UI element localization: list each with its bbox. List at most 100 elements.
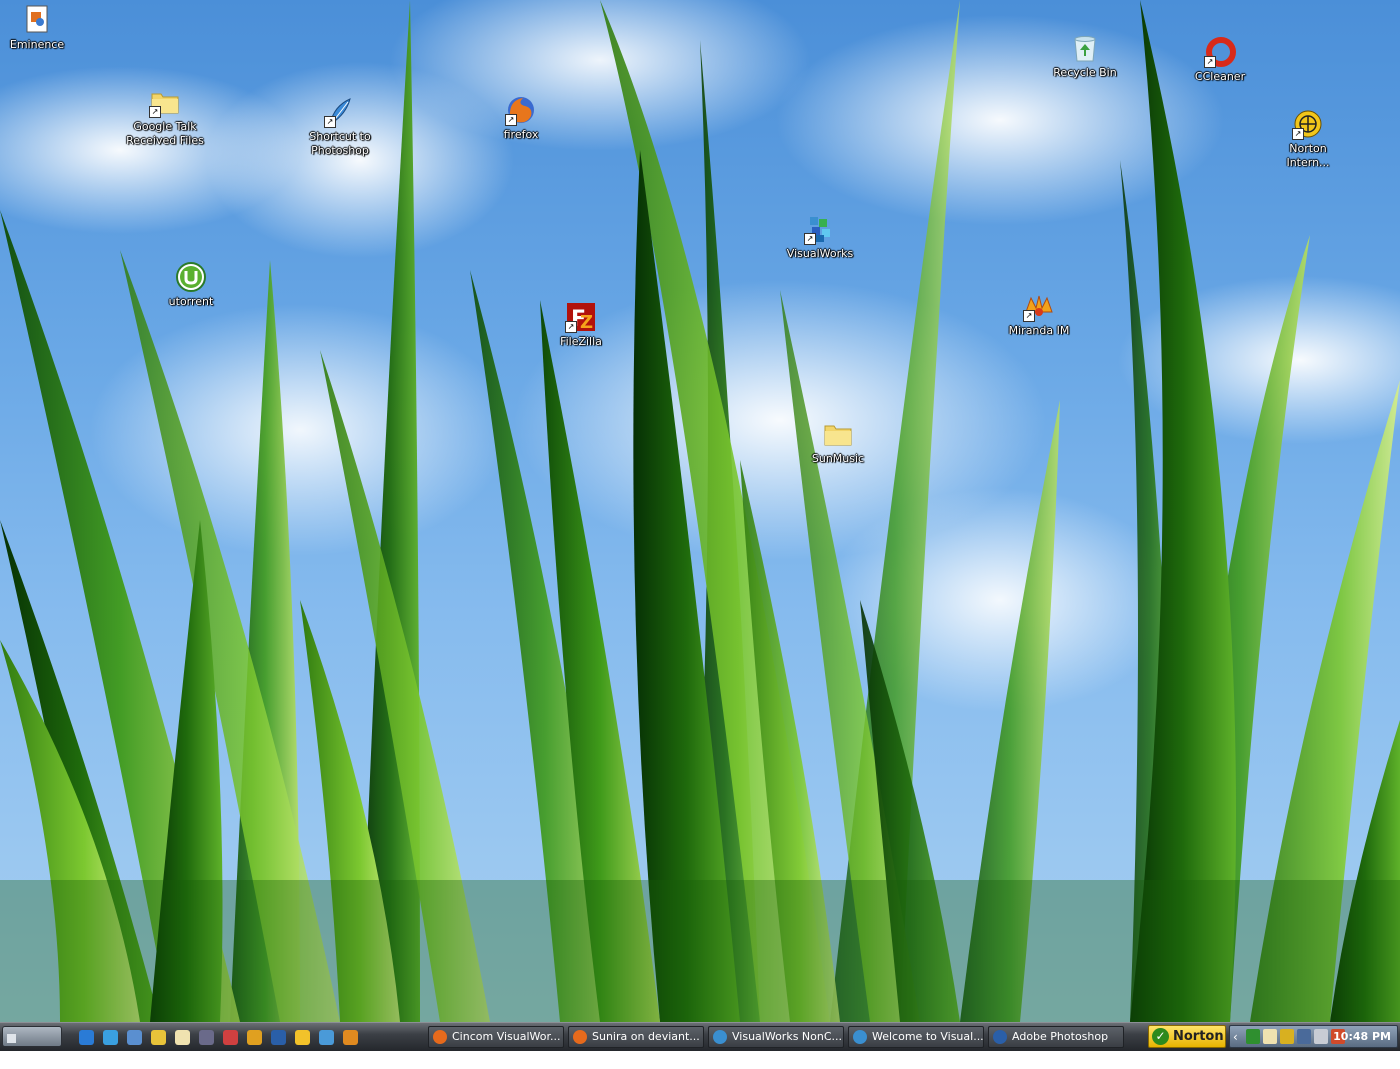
notepad-icon [175, 1029, 190, 1045]
taskbar-button-label: Welcome to Visual... [872, 1030, 984, 1043]
start-button-label: minence [7, 1052, 55, 1065]
desktop-icon-label: firefox [503, 128, 539, 141]
smiley-icon [295, 1029, 310, 1045]
quick-launch-tool-button[interactable] [244, 1027, 265, 1047]
quick-launch-msn-button[interactable] [100, 1027, 121, 1047]
shortcut-arrow-icon: ↗ [149, 106, 161, 118]
quick-launch-paint-button[interactable] [220, 1027, 241, 1047]
desktop-icon-label: Miranda IM [1008, 324, 1070, 337]
taskbar-button[interactable]: Adobe Photoshop [988, 1026, 1124, 1048]
desktop-icon-label: utorrent [168, 295, 214, 308]
tray-icons [1246, 1029, 1345, 1044]
quick-launch-bar [76, 1027, 361, 1047]
tool-icon [247, 1029, 262, 1045]
chevron-left-icon[interactable]: ‹ [1233, 1029, 1238, 1045]
shortcut-arrow-icon: ↗ [324, 116, 336, 128]
recycle-bin-icon [1069, 32, 1101, 64]
taskbar-button[interactable]: Sunira on deviant... [568, 1026, 704, 1048]
ccleaner-icon: ↗ [1204, 36, 1236, 68]
photoshop-icon [271, 1029, 286, 1045]
quick-launch-photoshop-button[interactable] [268, 1027, 289, 1047]
task-buttons: Cincom VisualWor... Sunira on deviant... V… [428, 1026, 1124, 1048]
desktop-icon-filezilla[interactable]: FZ ↗ FileZilla [533, 301, 629, 349]
shortcut-arrow-icon: ↗ [505, 114, 517, 126]
desktop-icon-label: Eminence [9, 38, 65, 51]
desktop-wallpaper: Eminence ↗ Google Talk Received Files ↗ … [0, 0, 1400, 1022]
desktop-icon-eminence[interactable]: Eminence [0, 4, 85, 52]
shortcut-arrow-icon: ↗ [565, 321, 577, 333]
utorrent-icon [175, 261, 207, 293]
desktop-icon-label: CCleaner [1194, 70, 1246, 83]
app-icon [199, 1029, 214, 1045]
visualworks-icon: ↗ [804, 213, 836, 245]
shortcut-arrow-icon: ↗ [804, 233, 816, 245]
photoshop-icon [993, 1030, 1007, 1044]
taskbar: minence Cincom VisualWor... Sunira on dev… [0, 1022, 1400, 1065]
norton-tray-button[interactable]: ✓ Norton [1148, 1025, 1226, 1048]
desktop-icon-ccleaner[interactable]: ↗ CCleaner [1172, 36, 1268, 84]
feather-icon: ↗ [324, 96, 356, 128]
desktop-icon-label: Shortcut to Photoshop [309, 130, 371, 157]
quick-launch-player-button[interactable] [316, 1027, 337, 1047]
svg-text:Z: Z [580, 312, 593, 333]
desktop-icon-norton-internet[interactable]: ↗ Norton Intern... [1260, 108, 1356, 170]
paint-icon [223, 1029, 238, 1045]
taskbar-button[interactable]: Welcome to Visual... [848, 1026, 984, 1048]
checkmark-icon: ✓ [1152, 1028, 1169, 1045]
norton-label: Norton [1173, 1029, 1224, 1044]
quick-launch-media-button[interactable] [148, 1027, 169, 1047]
taskbar-button[interactable]: Cincom VisualWor... [428, 1026, 564, 1048]
quick-launch-smiley-button[interactable] [292, 1027, 313, 1047]
miranda-icon [343, 1029, 358, 1045]
desktop-icon-shortcut-to-photoshop[interactable]: ↗ Shortcut to Photoshop [292, 96, 388, 158]
visualworks-icon [713, 1030, 727, 1044]
firefox-icon: ↗ [505, 94, 537, 126]
miranda-icon: ↗ [1023, 290, 1055, 322]
globe-icon[interactable] [1280, 1029, 1294, 1044]
grass-wallpaper-image [0, 0, 1400, 1022]
taskbar-button-label: Sunira on deviant... [592, 1030, 700, 1043]
quick-launch-window-button[interactable] [124, 1027, 145, 1047]
monitor-icon[interactable] [1297, 1029, 1311, 1044]
taskbar-button[interactable]: VisualWorks NonC... [708, 1026, 844, 1048]
speaker-icon[interactable] [1314, 1029, 1328, 1044]
shortcut-arrow-icon: ↗ [1023, 310, 1035, 322]
folder-icon: ↗ [149, 86, 181, 118]
shortcut-arrow-icon: ↗ [1292, 128, 1304, 140]
player-icon [319, 1029, 334, 1045]
desktop-icon-sunmusic[interactable]: SunMusic [790, 418, 886, 466]
firefox-icon [573, 1030, 587, 1044]
network-icon[interactable] [1246, 1029, 1260, 1044]
desktop-icon-utorrent[interactable]: utorrent [143, 261, 239, 309]
desktop-icon-label: Recycle Bin [1053, 66, 1117, 79]
shortcut-arrow-icon: ↗ [1204, 56, 1216, 68]
clock[interactable]: 10:48 PM [1333, 1026, 1391, 1047]
desktop-icon-label: Google Talk Received Files [126, 120, 204, 147]
taskbar-button-label: VisualWorks NonC... [732, 1030, 843, 1043]
quick-launch-notepad-button[interactable] [172, 1027, 193, 1047]
windows-logo-icon [7, 1033, 16, 1043]
desktop-icon-miranda-im[interactable]: ↗ Miranda IM [991, 290, 1087, 338]
filezilla-icon: FZ ↗ [565, 301, 597, 333]
desktop-icon-recycle-bin[interactable]: Recycle Bin [1037, 32, 1133, 80]
desktop-icon-label: VisualWorks [786, 247, 854, 260]
start-button[interactable]: minence [2, 1026, 62, 1065]
taskbar-button-label: Cincom VisualWor... [452, 1030, 561, 1043]
media-icon [151, 1029, 166, 1045]
desktop-icon-firefox[interactable]: ↗ firefox [473, 94, 569, 142]
desktop-icon-google-talk-received-files[interactable]: ↗ Google Talk Received Files [117, 86, 213, 148]
quick-launch-miranda-button[interactable] [340, 1027, 361, 1047]
taskbar-button-label: Adobe Photoshop [1012, 1030, 1109, 1043]
desktop-icon-label: SunMusic [811, 452, 865, 465]
desktop-icon-visualworks[interactable]: ↗ VisualWorks [772, 213, 868, 261]
msn-icon [103, 1029, 118, 1045]
window-icon [127, 1029, 142, 1045]
document-icon [21, 4, 53, 36]
quick-launch-ie-button[interactable] [76, 1027, 97, 1047]
notepad-icon[interactable] [1263, 1029, 1277, 1044]
quick-launch-app-button[interactable] [196, 1027, 217, 1047]
system-tray: ‹ 10:48 PM [1229, 1025, 1398, 1048]
ie-icon [79, 1029, 94, 1045]
globe-icon: ↗ [1292, 108, 1324, 140]
desktop-icon-label: Norton Intern... [1286, 142, 1330, 169]
